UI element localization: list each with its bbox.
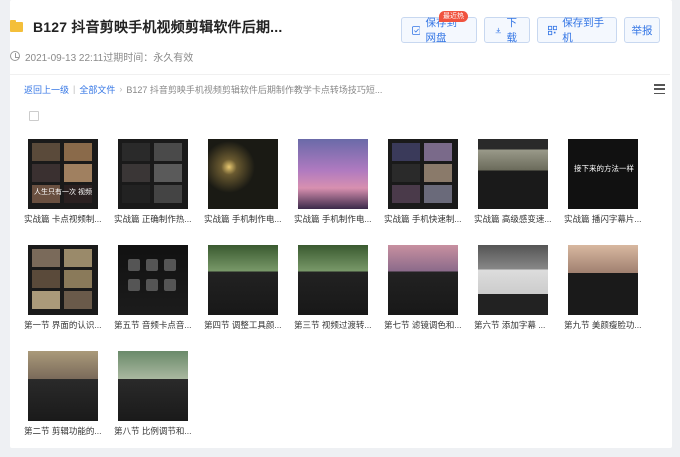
breadcrumb-separator: | [73, 84, 76, 94]
download-icon [495, 27, 501, 33]
file-item[interactable]: 第七节 滤镜调色和... [384, 245, 461, 331]
file-name: 第八节 比例调节和... [114, 426, 192, 436]
video-thumbnail[interactable] [388, 245, 458, 315]
file-item[interactable]: 第八节 比例调节和... [114, 351, 191, 437]
breadcrumb: 返回上一级 | 全部文件 › B127 抖音剪映手机视频剪辑软件后期制作教学卡点… [24, 82, 382, 96]
video-thumbnail[interactable] [118, 245, 188, 315]
page-title: B127 抖音剪映手机视频剪辑软件后期... [33, 19, 283, 35]
download-button[interactable]: 下载 [484, 17, 530, 44]
save-to-phone-label: 保存到手机 [562, 17, 605, 44]
video-thumbnail[interactable] [118, 351, 188, 421]
breadcrumb-all-files-link[interactable]: 全部文件 [79, 83, 115, 96]
file-name: 实战篇 手机快速制... [384, 214, 462, 224]
file-name: 实战篇 高级感变速... [474, 214, 552, 224]
file-item[interactable]: 实战篇 手机制作电... [204, 139, 281, 225]
file-name: 第七节 滤镜调色和... [384, 320, 462, 330]
file-item[interactable]: 第六节 添加字幕 ... [474, 245, 548, 331]
file-item[interactable]: 第二节 剪辑功能的... [24, 351, 101, 437]
file-item[interactable]: 实战篇 高级感变速... [474, 139, 551, 225]
video-thumbnail[interactable] [208, 139, 278, 209]
video-thumbnail[interactable]: 接下来的方法一样 [568, 139, 638, 209]
file-name: 第四节 调整工具颜... [204, 320, 282, 330]
report-label: 举报 [631, 24, 653, 37]
save-to-phone-button[interactable]: 保存到手机 [537, 17, 617, 44]
meta-date: 2021-09-13 22:11过期时间：永久有效 [25, 52, 194, 64]
file-name: 第二节 剪辑功能的... [24, 426, 102, 436]
action-buttons: 保存到网盘 最近热 下载 保存到手机 举报 [401, 11, 660, 44]
file-item[interactable]: 人生只有一次 视频实战篇 卡点视频制... [24, 139, 101, 225]
file-name: 第三节 视频过渡转... [294, 320, 372, 330]
file-item[interactable]: 第五节 音频卡点音... [114, 245, 191, 331]
file-name: 实战篇 手机制作电... [204, 214, 282, 224]
file-name: 第五节 音频卡点音... [114, 320, 192, 330]
thumbnail-caption: 人生只有一次 视频 [34, 189, 92, 196]
file-item[interactable]: 第四节 调整工具颜... [204, 245, 281, 331]
video-thumbnail[interactable] [118, 139, 188, 209]
save-to-drive-button[interactable]: 保存到网盘 最近热 [401, 11, 477, 44]
file-item[interactable]: 第一节 界面的认识... [24, 245, 101, 331]
file-name: 实战篇 播闪字幕片... [564, 214, 642, 224]
video-thumbnail[interactable] [388, 139, 458, 209]
file-item[interactable]: 接下来的方法一样 实战篇 播闪字幕片... [564, 139, 641, 225]
select-all-checkbox[interactable] [29, 111, 39, 121]
file-item[interactable]: 第三节 视频过渡转... [294, 245, 371, 331]
file-name: 第六节 添加字幕 ... [474, 320, 546, 330]
file-item[interactable]: 实战篇 手机制作电... [294, 139, 371, 225]
breadcrumb-current: B127 抖音剪映手机视频剪辑软件后期制作教学卡点转场技巧短... [126, 84, 383, 95]
clock-icon [10, 51, 20, 61]
header-divider [10, 74, 670, 75]
video-thumbnail[interactable] [28, 245, 98, 315]
report-button[interactable]: 举报 [624, 17, 660, 43]
save-drive-icon [412, 25, 421, 35]
file-name: 第一节 界面的认识... [24, 320, 102, 330]
video-thumbnail[interactable] [478, 245, 548, 315]
list-view-icon[interactable] [654, 84, 665, 94]
video-thumbnail[interactable] [568, 245, 638, 315]
breadcrumb-back-link[interactable]: 返回上一级 [24, 83, 69, 96]
video-thumbnail[interactable] [478, 139, 548, 209]
file-item[interactable]: 第九节 美颜瘦脸功... [564, 245, 641, 331]
title-row: B127 抖音剪映手机视频剪辑软件后期... [10, 16, 282, 38]
file-item[interactable]: 实战篇 手机快速制... [384, 139, 461, 225]
video-thumbnail[interactable] [298, 139, 368, 209]
file-item[interactable]: 实战篇 正确制作热... [114, 139, 191, 225]
video-thumbnail[interactable] [28, 351, 98, 421]
hot-badge: 最近热 [439, 11, 468, 22]
video-thumbnail[interactable]: 人生只有一次 视频 [28, 139, 98, 209]
file-name: 实战篇 手机制作电... [294, 214, 372, 224]
breadcrumb-separator: › [119, 84, 123, 94]
file-name: 实战篇 正确制作热... [114, 214, 192, 224]
file-name: 第九节 美颜瘦脸功... [564, 320, 642, 330]
meta-row: 2021-09-13 22:11过期时间：永久有效 [10, 49, 194, 64]
folder-icon [10, 20, 23, 32]
download-label: 下载 [506, 17, 518, 44]
file-name: 实战篇 卡点视频制... [24, 214, 102, 224]
video-thumbnail[interactable] [298, 245, 368, 315]
qr-code-icon [548, 25, 558, 35]
video-thumbnail[interactable] [208, 245, 278, 315]
thumbnail-caption: 接下来的方法一样 [574, 164, 634, 173]
